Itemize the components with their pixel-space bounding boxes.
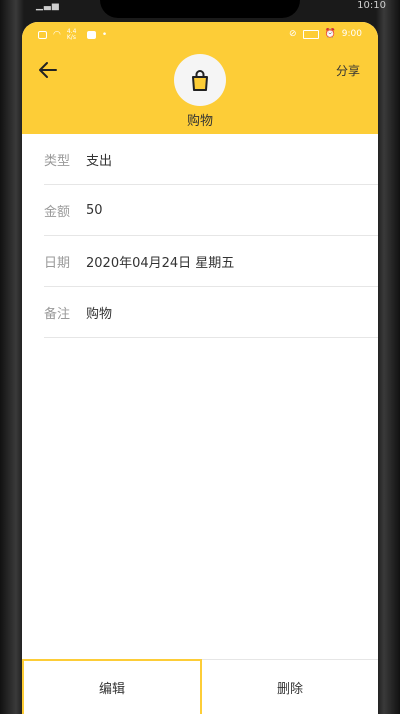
- detail-row-date: 日期 2020年04月24日 星期五: [44, 236, 378, 287]
- detail-value: 购物: [86, 306, 113, 322]
- detail-row-amount: 金额 50: [44, 185, 378, 236]
- detail-label: 类型: [44, 153, 71, 169]
- detail-label: 备注: [44, 306, 71, 322]
- device-frame: ▁▃▅ 10:10 ◠ 4.4 K/s • ⊘ ⏰ 9:00 分享 购物 类型 …: [0, 0, 400, 714]
- detail-row-type: 类型 支出: [44, 134, 378, 185]
- app-screen: ◠ 4.4 K/s • ⊘ ⏰ 9:00 分享 购物 类型 支出 金额 50 日…: [22, 22, 378, 714]
- device-clock: 10:10: [357, 0, 386, 11]
- back-button[interactable]: [36, 58, 64, 82]
- detail-label: 金额: [44, 204, 71, 220]
- signal-icon: ▁▃▅: [36, 1, 60, 11]
- net-speed: 4.4 K/s: [66, 28, 77, 41]
- bottom-action-bar: 编辑 删除: [22, 659, 378, 714]
- vibrate-icon: ⊘: [289, 29, 297, 39]
- alarm-icon: ⏰: [324, 29, 336, 39]
- shopping-bag-icon: [192, 70, 208, 91]
- detail-label: 日期: [44, 255, 71, 271]
- sim-icon: [38, 31, 47, 39]
- detail-value: 2020年04月24日 星期五: [86, 255, 235, 271]
- detail-row-note: 备注 购物: [44, 287, 378, 338]
- delete-button[interactable]: 删除: [202, 660, 378, 714]
- mic-icon: •: [101, 30, 108, 40]
- category-icon-badge: [174, 54, 226, 106]
- device-notch: [100, 0, 300, 18]
- page-title: 购物: [186, 114, 213, 129]
- detail-value: 50: [86, 202, 103, 218]
- share-button[interactable]: 分享: [336, 62, 360, 79]
- app-header: ◠ 4.4 K/s • ⊘ ⏰ 9:00 分享 购物: [22, 22, 378, 134]
- status-bar: ◠ 4.4 K/s • ⊘ ⏰ 9:00: [22, 22, 378, 48]
- arrow-left-icon: [39, 62, 57, 78]
- detail-value: 支出: [86, 153, 113, 169]
- status-time: 9:00: [341, 29, 362, 39]
- detail-list: 类型 支出 金额 50 日期 2020年04月24日 星期五 备注 购物: [44, 134, 378, 338]
- wifi-icon: ◠: [53, 30, 61, 40]
- notification-icon: [86, 31, 96, 39]
- edit-button[interactable]: 编辑: [22, 659, 202, 714]
- battery-icon: [302, 29, 319, 39]
